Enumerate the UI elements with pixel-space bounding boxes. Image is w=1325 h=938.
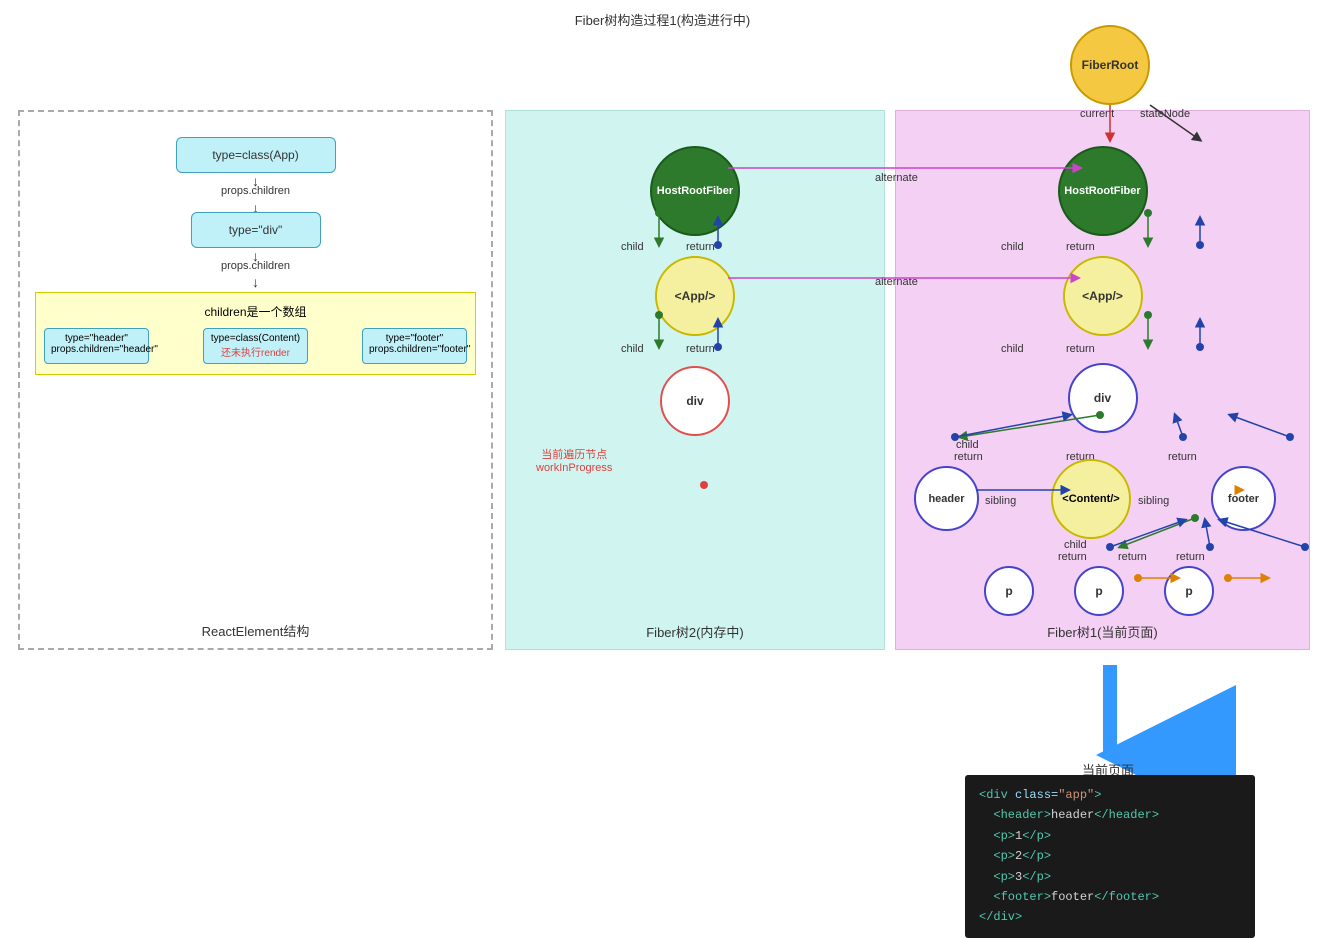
child-footer: type="footer" props.children="footer" <box>362 328 467 364</box>
panel-center: HostRootFiber child return <App/> child … <box>505 110 885 650</box>
right-return-p1: return <box>1058 551 1087 563</box>
panel-center-label: Fiber树2(内存中) <box>646 622 744 641</box>
right-footer: footer <box>1211 466 1276 531</box>
node-app: type=class(App) <box>176 137 336 173</box>
right-app: <App/> <box>1063 256 1143 336</box>
center-child-label-1: child <box>621 241 644 253</box>
right-div: div <box>1068 363 1138 433</box>
right-return-p2: return <box>1118 551 1147 563</box>
center-return-label-1: return <box>686 241 715 253</box>
right-child-1: child <box>1001 241 1024 253</box>
center-app: <App/> <box>655 256 735 336</box>
props-children-label-2: props.children <box>221 260 290 272</box>
statenode-label: stateNode <box>1140 108 1190 120</box>
alternate-label-1: alternate <box>875 172 918 184</box>
children-label: children是一个数组 <box>44 303 467 320</box>
code-block: <div class="app"> <header>header</header… <box>965 775 1255 938</box>
right-p1: p <box>984 566 1034 616</box>
fiber-root: FiberRoot <box>1070 25 1150 105</box>
right-sibling-2-label: sibling <box>1138 495 1169 507</box>
right-return-3-footer: return <box>1168 451 1197 463</box>
right-header: header <box>914 466 979 531</box>
right-child-2: child <box>1001 343 1024 355</box>
center-div: div <box>660 366 730 436</box>
right-sibling-label: sibling <box>985 495 1016 507</box>
current-label: current <box>1080 108 1114 120</box>
right-hostroot: HostRootFiber <box>1058 146 1148 236</box>
center-hostroot: HostRootFiber <box>650 146 740 236</box>
panel-left: type=class(App) ↓ props.children ↓ type=… <box>18 110 493 650</box>
right-p3: p <box>1164 566 1214 616</box>
alternate-label-2: alternate <box>875 276 918 288</box>
panel-left-label: ReactElement结构 <box>202 621 310 640</box>
center-return-label-2: return <box>686 343 715 355</box>
center-wip-dot <box>700 481 708 489</box>
center-child-label-2: child <box>621 343 644 355</box>
right-content: <Content/> <box>1051 459 1131 539</box>
child-content: type=class(Content) 还未执行render <box>203 328 308 364</box>
right-p2: p <box>1074 566 1124 616</box>
panel-right: HostRootFiber child return <App/> child … <box>895 110 1310 650</box>
arrow-down-4: ↓ <box>252 274 259 290</box>
panel-right-label: Fiber树1(当前页面) <box>1047 622 1158 641</box>
center-current-progress: 当前遍历节点 workInProgress <box>536 446 612 474</box>
right-return-1: return <box>1066 241 1095 253</box>
right-return-2: return <box>1066 343 1095 355</box>
right-return-p3: return <box>1176 551 1205 563</box>
right-return-3-header: return <box>954 451 983 463</box>
child-header: type="header" props.children="header" <box>44 328 149 364</box>
node-div: type="div" <box>191 212 321 248</box>
right-child-3: child <box>956 439 979 451</box>
props-children-label-1: props.children <box>221 185 290 197</box>
right-child-p: child <box>1064 539 1087 551</box>
children-row: type="header" props.children="header" ty… <box>44 328 467 364</box>
children-box: children是一个数组 type="header" props.childr… <box>35 292 476 375</box>
